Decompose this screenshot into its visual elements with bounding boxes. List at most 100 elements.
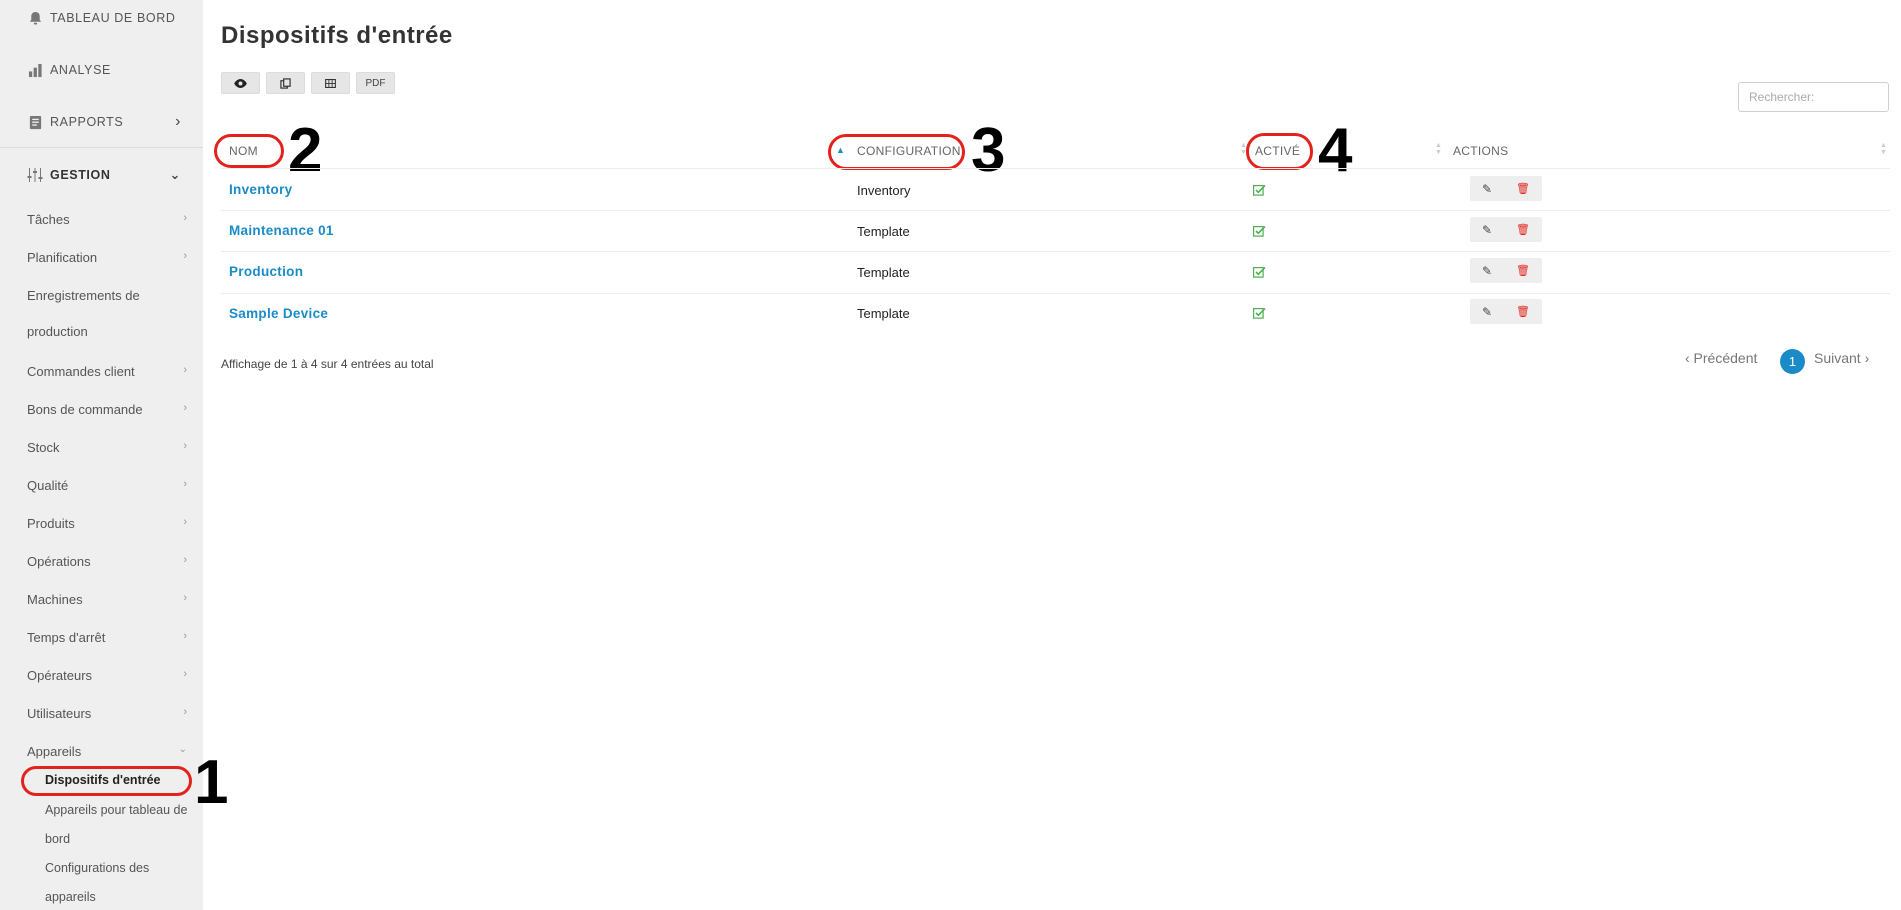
chevron-right-icon: › — [183, 592, 187, 604]
csv-export-button[interactable] — [311, 72, 350, 94]
table-divider — [221, 210, 1890, 211]
copy-icon — [280, 77, 291, 89]
sidebar-item-operations[interactable]: Opérations › — [27, 554, 187, 569]
sidebar-subitem-appareils-tableau-cont[interactable]: bord — [45, 825, 203, 854]
configuration-cell: Template — [857, 265, 910, 280]
table-divider — [221, 251, 1890, 252]
pdf-export-button[interactable]: PDF — [356, 72, 395, 94]
sidebar-item-label: Temps d'arrêt — [27, 630, 106, 645]
chevron-right-icon: › — [175, 113, 181, 130]
nav-gestion-label: GESTION — [50, 168, 111, 182]
sidebar-item-label: Enregistrements de — [27, 288, 140, 303]
row-actions: ✎ 🗑 — [1470, 258, 1542, 283]
configuration-cell: Template — [857, 224, 910, 239]
sidebar-subitem-appareils-tableau[interactable]: Appareils pour tableau de — [45, 796, 203, 825]
configuration-cell: Template — [857, 306, 910, 321]
sidebar-item-stock[interactable]: Stock › — [27, 440, 187, 455]
chevron-right-icon: › — [183, 706, 187, 718]
column-header-actions[interactable]: ACTIONS — [1453, 144, 1508, 158]
chevron-down-icon: ⌄ — [169, 167, 181, 182]
bar-chart-icon — [26, 61, 44, 79]
device-name-link[interactable]: Production — [229, 264, 303, 279]
device-name-link[interactable]: Inventory — [229, 182, 292, 197]
chevron-right-icon: › — [183, 212, 187, 224]
sidebar-item-label: Utilisateurs — [27, 706, 92, 721]
check-icon — [1253, 184, 1266, 196]
edit-icon[interactable]: ✎ — [1482, 264, 1492, 278]
annotation-number-1: 1 — [194, 748, 229, 817]
page-title: Dispositifs d'entrée — [221, 22, 453, 49]
sidebar-divider — [0, 147, 203, 148]
sidebar-item-appareils[interactable]: Appareils ⌄ — [27, 744, 187, 759]
edit-icon[interactable]: ✎ — [1482, 223, 1492, 237]
edit-icon[interactable]: ✎ — [1482, 305, 1492, 319]
sidebar-item-production[interactable]: production — [27, 324, 187, 339]
sort-icon: ▲ ▼ — [1880, 142, 1887, 156]
chevron-right-icon: › — [183, 440, 187, 452]
table-divider — [221, 168, 1890, 169]
annotation-number-4: 4 — [1318, 116, 1353, 185]
sidebar-item-label: Opérateurs — [27, 668, 93, 683]
chevron-right-icon: › — [183, 554, 187, 566]
chevron-right-icon: › — [183, 516, 187, 528]
sort-icon: ▲ ▼ — [1435, 142, 1442, 156]
annotation-circle-3 — [828, 134, 965, 170]
pagination-previous[interactable]: ‹ Précédent — [1685, 350, 1757, 366]
sidebar-item-operateurs[interactable]: Opérateurs › — [27, 668, 187, 683]
trash-icon[interactable]: 🗑 — [1516, 182, 1530, 195]
check-icon — [1253, 225, 1266, 237]
chevron-right-icon: › — [183, 402, 187, 414]
sidebar-item-taches[interactable]: Tâches › — [27, 212, 187, 227]
sidebar-item-qualite[interactable]: Qualité › — [27, 478, 187, 493]
row-actions: ✎ 🗑 — [1470, 299, 1542, 324]
trash-icon[interactable]: 🗑 — [1516, 305, 1530, 318]
sidebar-item-machines[interactable]: Machines › — [27, 592, 187, 607]
sidebar-subitem-configurations[interactable]: Configurations des — [45, 854, 203, 883]
sidebar-subitem-label: Appareils pour tableau de — [45, 803, 188, 817]
device-name-link[interactable]: Maintenance 01 — [229, 223, 334, 238]
search-input[interactable] — [1738, 82, 1889, 112]
pagination-current-page[interactable]: 1 — [1780, 349, 1805, 374]
copy-button[interactable] — [266, 72, 305, 94]
sidebar-item-label: Planification — [27, 250, 98, 265]
sidebar-item-label: Appareils — [27, 744, 82, 759]
chevron-down-icon: ⌄ — [178, 744, 187, 755]
edit-icon[interactable]: ✎ — [1482, 182, 1492, 196]
sidebar-subitem-label: appareils — [45, 890, 96, 904]
column-visibility-button[interactable] — [221, 72, 260, 94]
annotation-circle-1 — [21, 766, 192, 796]
sidebar-item-enregistrements[interactable]: Enregistrements de — [27, 288, 187, 303]
pagination-next[interactable]: Suivant › — [1814, 350, 1869, 366]
nav-rapports[interactable]: RAPPORTS › — [0, 96, 203, 148]
chevron-right-icon: › — [183, 364, 187, 376]
nav-analyse[interactable]: ANALYSE — [0, 44, 203, 96]
report-icon — [26, 113, 44, 131]
annotation-number-2: 2 — [288, 116, 323, 185]
sidebar-item-produits[interactable]: Produits › — [27, 516, 187, 531]
sidebar-item-utilisateurs[interactable]: Utilisateurs › — [27, 706, 187, 721]
sidebar-item-planification[interactable]: Planification › — [27, 250, 187, 265]
trash-icon[interactable]: 🗑 — [1516, 223, 1530, 236]
table-icon — [325, 78, 336, 88]
nav-gestion[interactable]: GESTION ⌄ — [0, 149, 203, 201]
chevron-right-icon: › — [183, 668, 187, 680]
nav-analyse-label: ANALYSE — [50, 63, 111, 77]
sidebar-item-bons-de-commande[interactable]: Bons de commande › — [27, 402, 187, 417]
sidebar-item-label: Stock — [27, 440, 60, 455]
sidebar-item-label: Qualité — [27, 478, 69, 493]
eye-icon — [234, 78, 247, 88]
table-divider — [221, 293, 1890, 294]
nav-dashboard[interactable]: TABLEAU DE BORD — [0, 0, 203, 44]
check-icon — [1253, 307, 1266, 319]
sidebar-item-temps-arret[interactable]: Temps d'arrêt › — [27, 630, 187, 645]
check-icon — [1253, 266, 1266, 278]
sidebar-item-label: Machines — [27, 592, 83, 607]
trash-icon[interactable]: 🗑 — [1516, 264, 1530, 277]
annotation-circle-4 — [1246, 133, 1313, 170]
sidebar-subitem-configurations-cont[interactable]: appareils — [45, 883, 203, 910]
nav-dashboard-label: TABLEAU DE BORD — [50, 11, 176, 25]
chevron-right-icon: › — [183, 630, 187, 642]
device-name-link[interactable]: Sample Device — [229, 306, 328, 321]
sidebar-item-commandes-client[interactable]: Commandes client › — [27, 364, 187, 379]
row-actions: ✎ 🗑 — [1470, 176, 1542, 201]
